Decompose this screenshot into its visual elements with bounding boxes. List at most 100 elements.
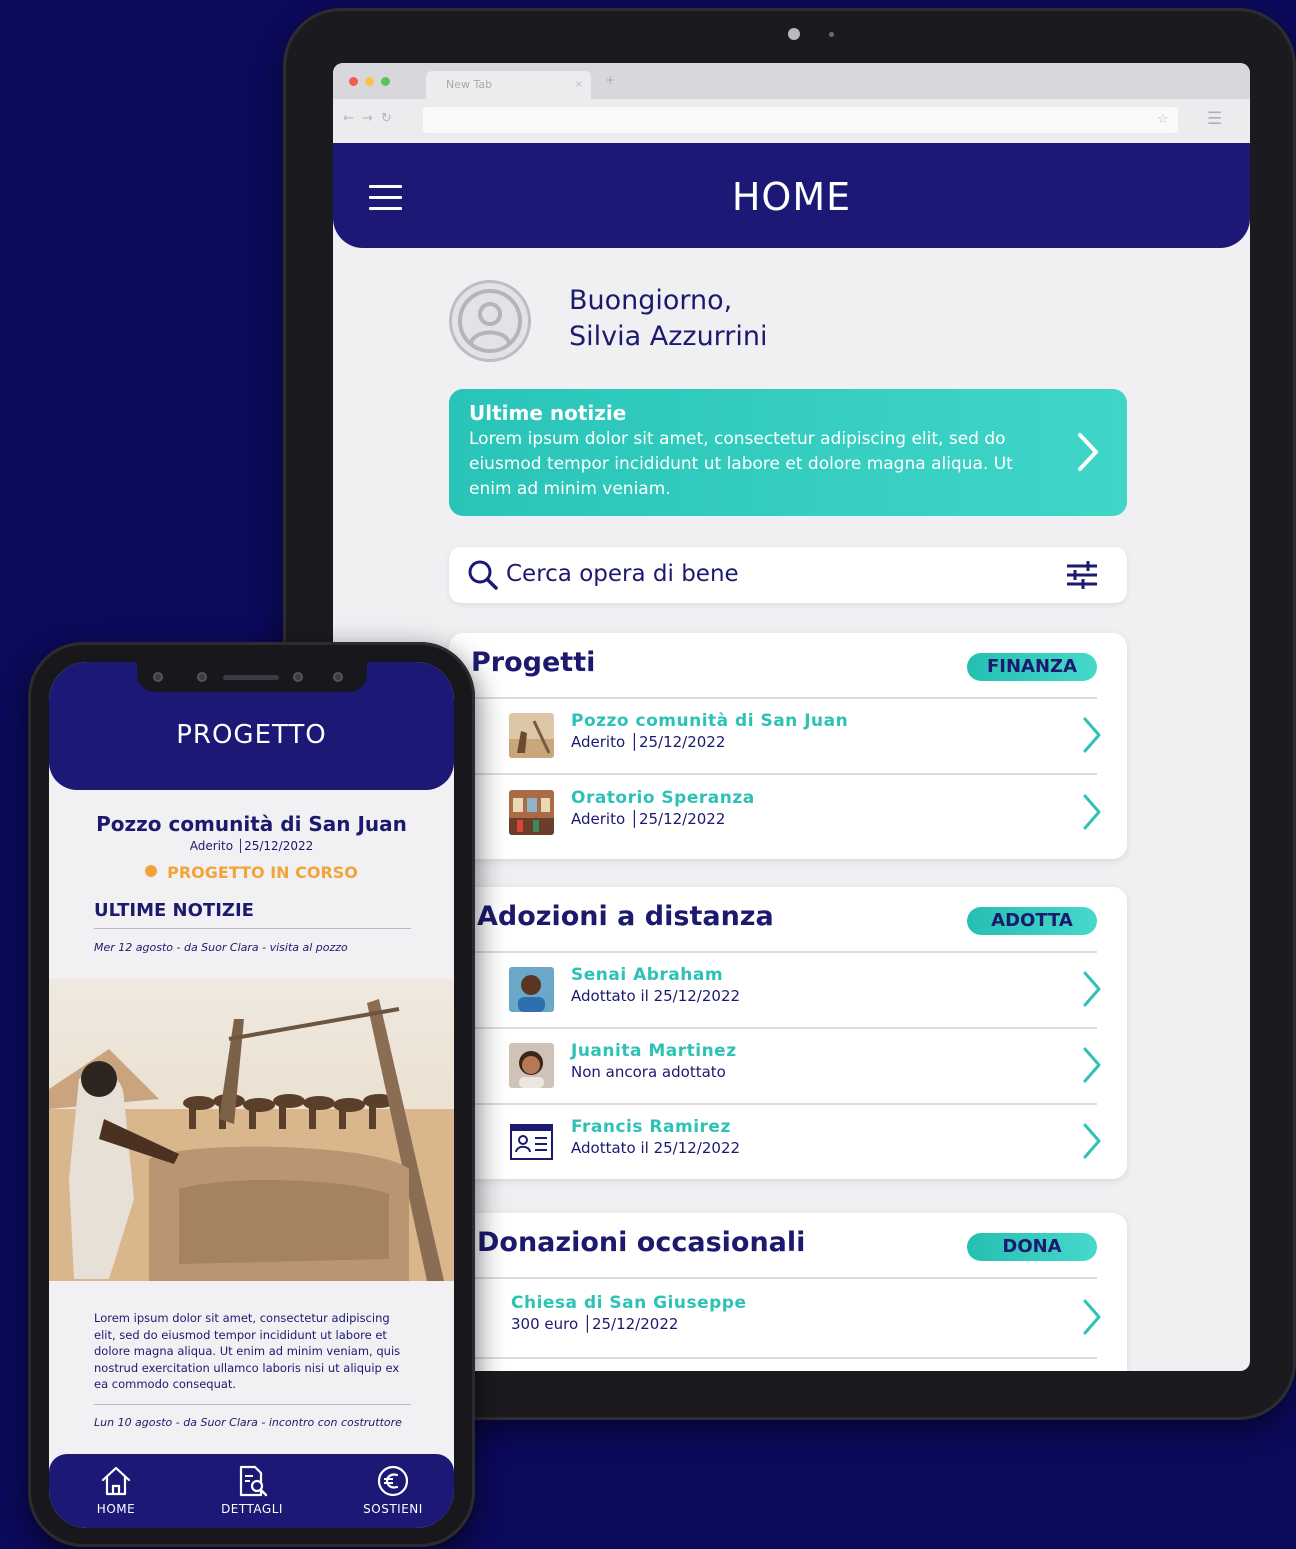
list-item[interactable]: Juanita Martinez Non ancora adottato: [443, 1029, 1127, 1105]
chevron-right-icon[interactable]: [1081, 1046, 1103, 1084]
chevron-right-icon[interactable]: [1081, 716, 1103, 754]
speaker-grill: [223, 675, 279, 680]
chevron-right-icon[interactable]: [1081, 1298, 1103, 1336]
app-header: HOME: [333, 143, 1250, 248]
status-dot: [145, 865, 158, 877]
row-title: Pozzo comunità di San Juan: [571, 711, 849, 731]
browser-tab-label: New Tab: [446, 78, 493, 91]
address-bar[interactable]: [423, 107, 1178, 133]
news-section-title: ULTIME NOTIZIE: [94, 900, 254, 921]
child-photo: [509, 967, 554, 1012]
chevron-right-icon[interactable]: [1081, 970, 1103, 1008]
news-body: Lorem ipsum dolor sit amet, consectetur …: [94, 1311, 401, 1391]
project-thumbnail: [509, 790, 554, 835]
bottom-nav: HOME DETTAGLI SOSTIENI: [49, 1454, 454, 1528]
nav-support-label: SOSTIENI: [363, 1502, 423, 1516]
search-input[interactable]: Cerca opera di bene: [506, 561, 739, 587]
projects-title: Progetti: [471, 647, 596, 678]
phone-page-title: PROGETTO: [176, 720, 327, 750]
filter-sliders-icon[interactable]: [1065, 561, 1099, 589]
row-subtitle: Adottato il 25/12/2022: [571, 1139, 741, 1157]
browser-menu-icon[interactable]: ☰: [1207, 109, 1222, 129]
row-title: Senai Abraham: [571, 965, 724, 985]
front-sensor: [293, 672, 303, 682]
news-photo[interactable]: [49, 979, 454, 1281]
donations-title: Donazioni occasionali: [477, 1227, 806, 1258]
adoptions-title: Adozioni a distanza: [477, 901, 774, 932]
row-subtitle: Adottato il 25/12/2022: [571, 987, 741, 1005]
row-title: Oratorio Speranza: [571, 788, 755, 808]
browser-tab-strip: New Tab × +: [333, 63, 1250, 99]
nav-home[interactable]: HOME: [66, 1464, 166, 1516]
child-photo: [509, 1043, 554, 1088]
chevron-right-icon[interactable]: [1075, 431, 1101, 473]
tab-close-icon[interactable]: ×: [575, 71, 583, 99]
finance-button[interactable]: FINANZA: [967, 653, 1097, 681]
chevron-right-icon[interactable]: [1081, 793, 1103, 831]
nav-details[interactable]: DETTAGLI: [202, 1464, 302, 1516]
row-subtitle: Aderito │25/12/2022: [571, 733, 726, 751]
list-item[interactable]: Chiesa di San Giuseppe 300 euro │25/12/2…: [443, 1281, 1127, 1357]
phone-device: PROGETTO Pozzo comunità di San Juan Ader…: [28, 642, 475, 1547]
list-item[interactable]: Senai Abraham Adottato il 25/12/2022: [443, 953, 1127, 1029]
browser-nav-arrows[interactable]: ← → ↻: [343, 111, 394, 126]
close-window-dot[interactable]: [349, 77, 358, 86]
news-meta: Mer 12 agosto - da Suor Clara - visita a…: [94, 941, 348, 954]
row-subtitle: Non ancora adottato: [571, 1063, 726, 1081]
front-camera: [153, 672, 163, 682]
nav-home-label: HOME: [96, 1502, 136, 1516]
greeting: Buongiorno, Silvia Azzurrini: [569, 283, 768, 355]
bookmark-star-icon[interactable]: ☆: [1157, 112, 1169, 127]
news-body: Lorem ipsum dolor sit amet, consectetur …: [469, 429, 1013, 499]
browser-tab[interactable]: New Tab ×: [426, 71, 591, 99]
list-item[interactable]: Pozzo comunità di San Juan Aderito │25/1…: [443, 699, 1127, 775]
row-subtitle: Aderito │25/12/2022: [571, 810, 726, 828]
status-label: PROGETTO IN CORSO: [167, 863, 358, 882]
donate-button[interactable]: DONA: [967, 1233, 1097, 1261]
row-title: Chiesa di San Giuseppe: [511, 1293, 747, 1313]
divider: [471, 1277, 1097, 1279]
adoptions-card: Adozioni a distanza ADOTTA Senai Abraham…: [443, 887, 1127, 1181]
divider: [471, 773, 1097, 775]
euro-coin-icon: [377, 1465, 409, 1497]
browser-toolbar: ← → ↻ ☆ ☰: [333, 99, 1250, 143]
projects-card: Progetti FINANZA Pozzo comunità di San J…: [443, 633, 1127, 859]
status-badge: PROGETTO IN CORSO: [49, 863, 454, 882]
latest-news-card[interactable]: Ultime notizie Lorem ipsum dolor sit ame…: [449, 389, 1127, 516]
project-subtitle: Aderito │25/12/2022: [189, 839, 314, 853]
row-subtitle: 300 euro │25/12/2022: [511, 1315, 679, 1333]
phone-notch: [137, 662, 367, 692]
search-icon: [468, 560, 498, 590]
nav-support[interactable]: SOSTIENI: [343, 1464, 443, 1516]
list-item[interactable]: Francis Ramirez Adottato il 25/12/2022: [443, 1105, 1127, 1181]
nav-details-label: DETTAGLI: [221, 1502, 283, 1516]
document-search-icon: [239, 1465, 268, 1497]
chevron-right-icon[interactable]: [1081, 1122, 1103, 1160]
page-title: HOME: [731, 175, 852, 219]
tablet-sensor: [829, 32, 834, 37]
search-bar[interactable]: Cerca opera di bene: [449, 547, 1127, 603]
home-icon: [101, 1466, 131, 1496]
id-card-icon: [509, 1119, 554, 1164]
list-item[interactable]: Oratorio Speranza Aderito │25/12/2022: [443, 776, 1127, 852]
divider: [471, 1357, 1097, 1359]
avatar[interactable]: [449, 280, 531, 362]
news-meta: Lun 10 agosto - da Suor Clara - incontro…: [94, 1416, 402, 1429]
project-title: Pozzo comunità di San Juan: [96, 812, 407, 836]
minimize-window-dot[interactable]: [365, 77, 374, 86]
new-tab-button[interactable]: +: [605, 73, 615, 87]
donations-card: Donazioni occasionali DONA Chiesa di San…: [443, 1213, 1127, 1371]
row-title: Francis Ramirez: [571, 1117, 731, 1137]
row-title: Juanita Martinez: [571, 1041, 737, 1061]
greeting-user-name: Silvia Azzurrini: [569, 321, 768, 352]
divider: [94, 1404, 411, 1405]
maximize-window-dot[interactable]: [381, 77, 390, 86]
phone-screen: PROGETTO Pozzo comunità di San Juan Ader…: [49, 662, 454, 1528]
divider: [94, 928, 411, 929]
phone-header: PROGETTO: [49, 662, 454, 790]
front-sensor: [197, 672, 207, 682]
adopt-button[interactable]: ADOTTA: [967, 907, 1097, 935]
project-thumbnail: [509, 713, 554, 758]
tablet-camera: [788, 28, 800, 40]
front-sensor: [333, 672, 343, 682]
